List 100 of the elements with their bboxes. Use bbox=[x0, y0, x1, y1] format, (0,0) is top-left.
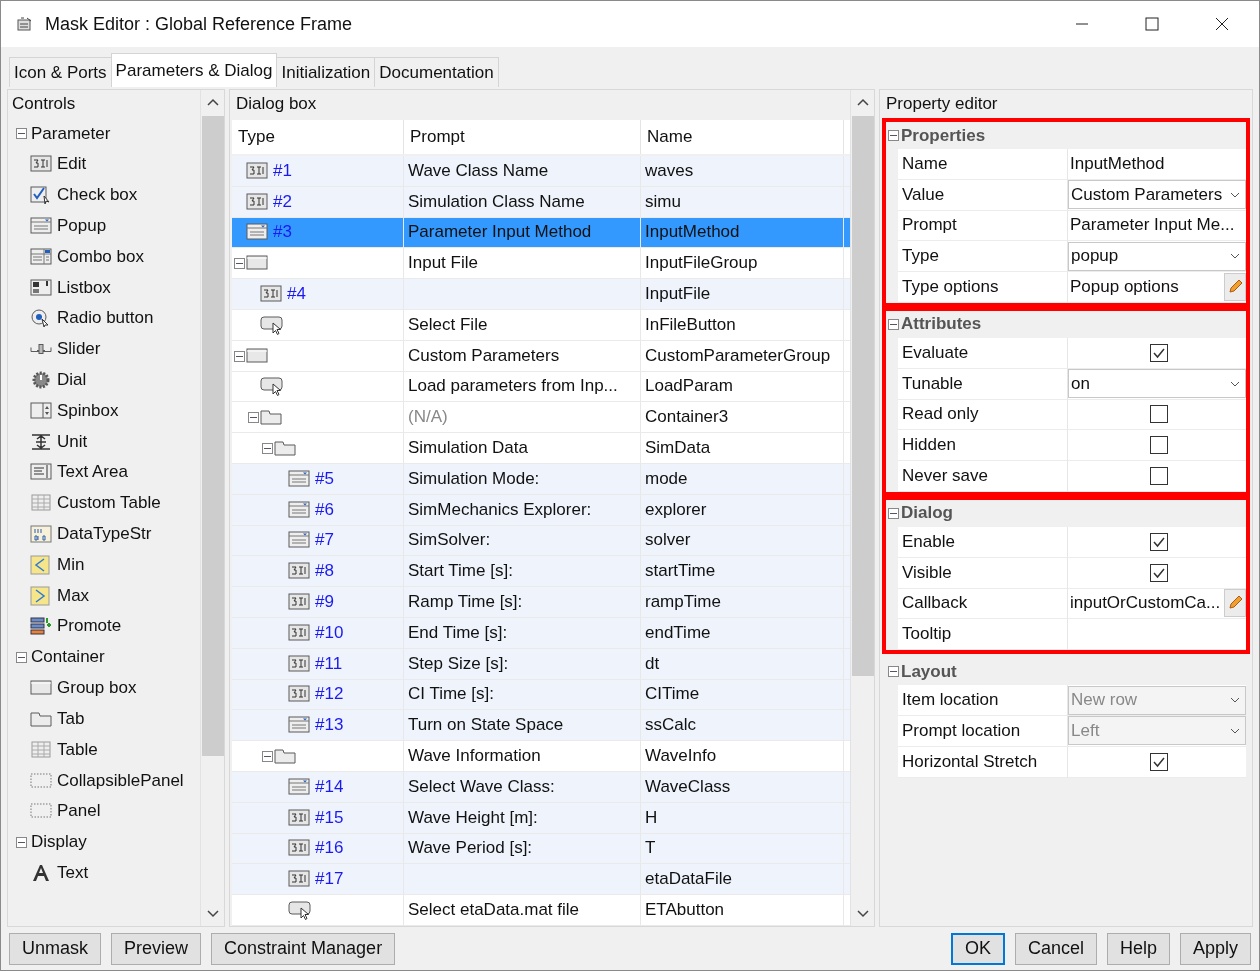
scroll-up-icon[interactable] bbox=[856, 98, 869, 106]
table-row[interactable]: #4 InputFile bbox=[232, 279, 850, 310]
checkbox[interactable] bbox=[1150, 532, 1168, 551]
table-row[interactable]: #8 Start Time [s]: startTime bbox=[232, 556, 850, 588]
collapse-toggle[interactable] bbox=[234, 258, 245, 270]
edit-button[interactable] bbox=[1224, 589, 1246, 618]
table-row[interactable]: Load parameters from Inp... LoadParam bbox=[232, 371, 850, 403]
control-item[interactable]: Panel bbox=[57, 801, 101, 822]
table-row[interactable]: #6 SimMechanics Explorer: explorer bbox=[232, 494, 850, 526]
footer-button[interactable]: Unmask bbox=[9, 932, 101, 965]
column-header[interactable]: Type bbox=[232, 120, 404, 154]
collapse-toggle[interactable] bbox=[16, 128, 27, 139]
table-row[interactable]: #13 Turn on State Space ssCalc bbox=[232, 710, 850, 742]
control-item[interactable]: Group box bbox=[57, 678, 137, 699]
control-item[interactable]: Min bbox=[57, 554, 85, 575]
table-row[interactable]: (N/A) Container3 bbox=[232, 402, 850, 434]
table-row[interactable]: #10 End Time [s]: endTime bbox=[232, 617, 850, 649]
control-item[interactable]: Spinbox bbox=[57, 400, 119, 421]
collapse-toggle[interactable] bbox=[888, 666, 899, 678]
dropdown-field[interactable]: Custom Parameters bbox=[1068, 180, 1246, 210]
table-row[interactable]: Simulation Data SimData bbox=[232, 433, 850, 464]
maximize-icon[interactable] bbox=[1145, 17, 1159, 31]
scroll-down-icon[interactable] bbox=[206, 910, 219, 918]
close-icon[interactable] bbox=[1215, 17, 1229, 31]
collapse-toggle[interactable] bbox=[262, 443, 273, 455]
table-row[interactable]: #12 CI Time [s]: CITime bbox=[232, 679, 850, 711]
control-item[interactable]: Promote bbox=[57, 616, 122, 637]
footer-button[interactable]: Help bbox=[1106, 932, 1170, 965]
footer-button[interactable]: OK bbox=[950, 932, 1005, 965]
collapse-toggle[interactable] bbox=[248, 412, 259, 424]
checkbox[interactable] bbox=[1150, 343, 1168, 362]
control-item[interactable]: Unit bbox=[57, 431, 88, 452]
parameter-number: #10 bbox=[315, 622, 344, 643]
table-row[interactable]: #14 Select Wave Class: WaveClass bbox=[232, 771, 850, 803]
control-item[interactable]: Edit bbox=[57, 154, 87, 175]
control-item[interactable]: Radio button bbox=[57, 308, 154, 329]
collapse-toggle[interactable] bbox=[16, 651, 27, 663]
collapse-toggle[interactable] bbox=[16, 836, 27, 848]
scrollbar[interactable] bbox=[200, 90, 224, 926]
checkbox[interactable] bbox=[1150, 436, 1168, 455]
table-row[interactable]: Select File InFileButton bbox=[232, 310, 850, 341]
control-item[interactable]: Table bbox=[57, 739, 98, 760]
parameter-number: #8 bbox=[315, 561, 334, 582]
table-row[interactable]: #7 SimSolver: solver bbox=[232, 525, 850, 557]
folder-icon bbox=[274, 438, 297, 459]
table-row[interactable]: #5 Simulation Mode: mode bbox=[232, 463, 850, 495]
table-row[interactable]: Wave Information WaveInfo bbox=[232, 741, 850, 772]
collapse-toggle[interactable] bbox=[888, 319, 899, 330]
dropdown-field[interactable]: popup bbox=[1068, 241, 1246, 271]
table-row[interactable]: #3 Parameter Input Method InputMethod bbox=[232, 217, 850, 249]
control-item[interactable]: Text bbox=[57, 863, 89, 884]
table-row[interactable]: #11 Step Size [s]: dt bbox=[232, 648, 850, 680]
table-row[interactable]: #16 Wave Period [s]: T bbox=[232, 833, 850, 865]
control-item[interactable]: Listbox bbox=[57, 277, 111, 298]
checkbox[interactable] bbox=[1150, 467, 1168, 486]
parameter-name: InFileButton bbox=[645, 314, 736, 335]
table-row[interactable]: #2 Simulation Class Name simu bbox=[232, 186, 850, 218]
scroll-down-icon[interactable] bbox=[856, 910, 869, 918]
footer-button[interactable]: Apply bbox=[1179, 932, 1251, 965]
control-item[interactable]: Custom Table bbox=[57, 493, 161, 514]
footer-button[interactable]: Cancel bbox=[1014, 932, 1097, 965]
tab[interactable]: Parameters & Dialog bbox=[110, 53, 278, 87]
collapse-toggle[interactable] bbox=[262, 751, 273, 763]
control-item[interactable]: Text Area bbox=[57, 462, 128, 483]
control-item[interactable]: Slider bbox=[57, 339, 101, 360]
tab[interactable]: Icon & Ports bbox=[9, 57, 112, 87]
scroll-up-icon[interactable] bbox=[206, 98, 219, 106]
table-row[interactable]: #15 Wave Height [m]: H bbox=[232, 802, 850, 834]
scroll-thumb[interactable] bbox=[851, 116, 874, 676]
table-row[interactable]: #1 Wave Class Name waves bbox=[232, 156, 850, 187]
control-item[interactable]: Dial bbox=[57, 369, 87, 390]
tab[interactable]: Documentation bbox=[374, 57, 499, 87]
panel-title: Property editor bbox=[885, 93, 999, 115]
table-row[interactable]: Select etaData.mat file ETAbutton bbox=[232, 895, 850, 926]
control-item[interactable]: Check box bbox=[57, 185, 138, 206]
column-header[interactable]: Prompt bbox=[404, 120, 641, 154]
dropdown-field[interactable]: on bbox=[1068, 369, 1246, 399]
control-item[interactable]: CollapsiblePanel bbox=[57, 770, 184, 791]
table-row[interactable]: Custom Parameters CustomParameterGroup bbox=[232, 340, 850, 372]
collapse-toggle[interactable] bbox=[888, 130, 899, 141]
edit-button[interactable] bbox=[1224, 273, 1246, 302]
control-item[interactable]: Popup bbox=[57, 216, 107, 236]
control-item[interactable]: Combo box bbox=[57, 246, 144, 267]
control-item[interactable]: Tab bbox=[57, 708, 85, 729]
footer-button[interactable]: Preview bbox=[111, 932, 202, 965]
parameter-name: CITime bbox=[645, 684, 700, 705]
scroll-thumb[interactable] bbox=[201, 116, 224, 756]
scrollbar[interactable] bbox=[850, 90, 874, 926]
control-item[interactable]: DataTypeStr bbox=[57, 523, 152, 544]
control-item[interactable]: Max bbox=[57, 585, 90, 606]
checkbox[interactable] bbox=[1150, 752, 1168, 771]
collapse-toggle[interactable] bbox=[234, 350, 245, 362]
table-row[interactable]: Input File InputFileGroup bbox=[232, 248, 850, 280]
footer-button[interactable]: Constraint Manager bbox=[211, 932, 396, 965]
table-row[interactable]: #9 Ramp Time [s]: rampTime bbox=[232, 587, 850, 618]
checkbox[interactable] bbox=[1150, 563, 1168, 582]
column-header[interactable]: Name bbox=[641, 120, 844, 154]
checkbox[interactable] bbox=[1150, 405, 1168, 424]
collapse-toggle[interactable] bbox=[888, 507, 899, 519]
table-row[interactable]: #17 etaDataFile bbox=[232, 864, 850, 896]
